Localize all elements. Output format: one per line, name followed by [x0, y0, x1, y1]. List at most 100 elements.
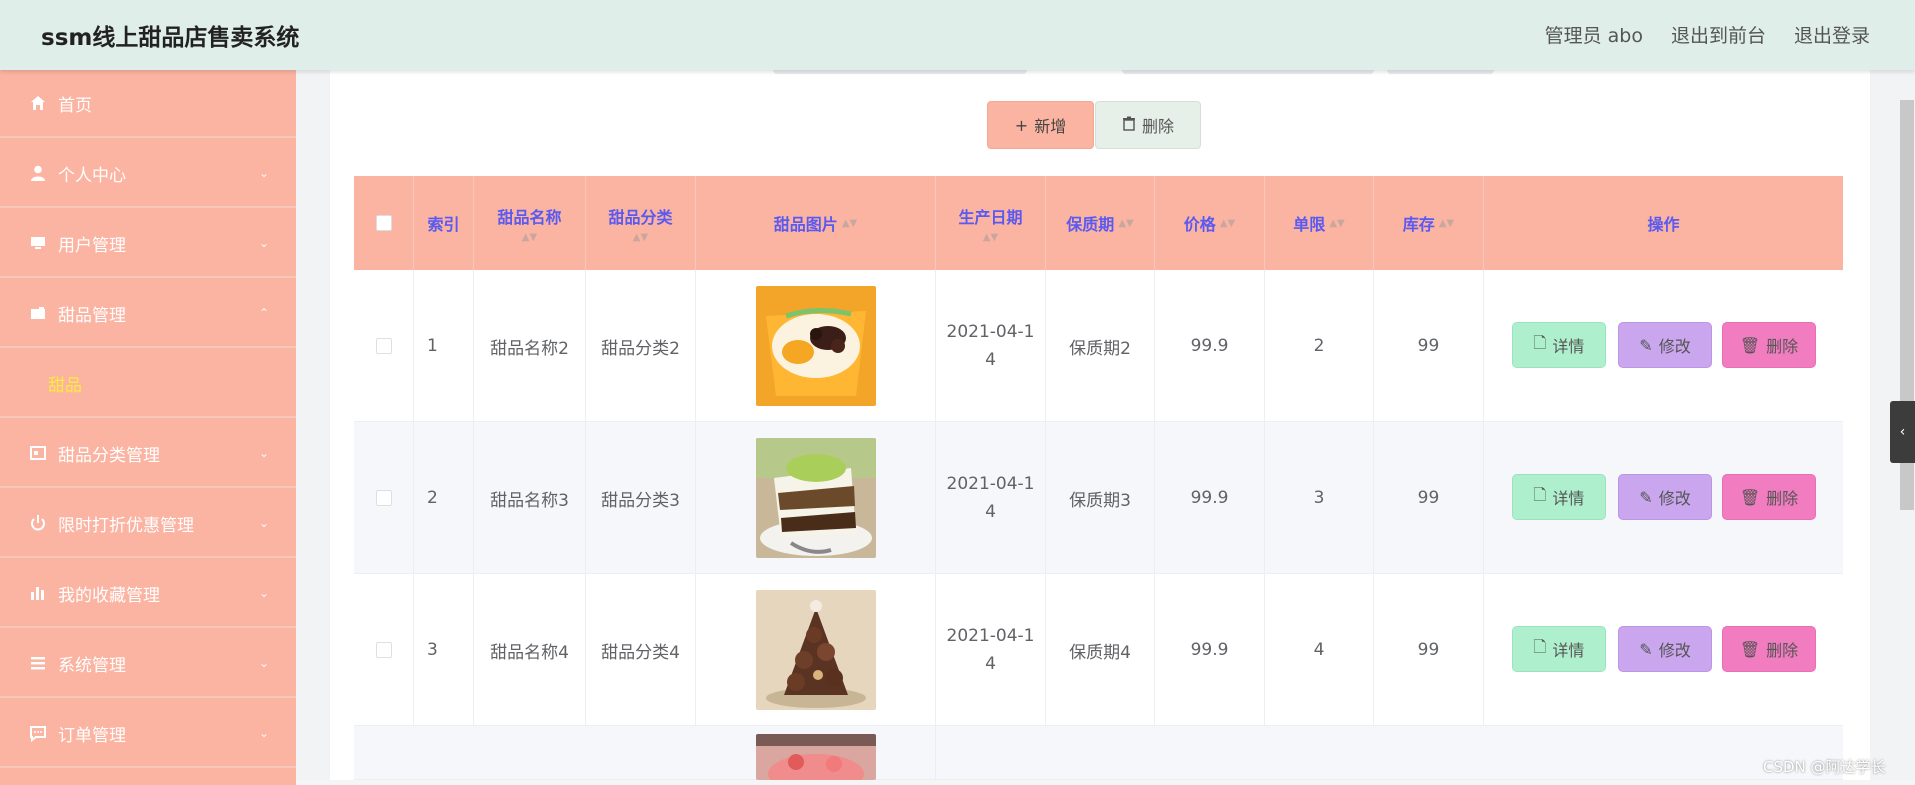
chevron-down-icon: ⌄ — [258, 166, 269, 180]
delete-button[interactable]: 🗑 删除 — [1722, 626, 1816, 672]
add-button-label: 新增 — [1034, 117, 1067, 136]
chevron-down-icon: ⌄ — [258, 656, 269, 670]
back-to-front-link[interactable]: 退出到前台 — [1671, 21, 1766, 48]
row-checkbox[interactable] — [375, 490, 392, 506]
dessert-image[interactable] — [755, 590, 876, 710]
add-button[interactable]: + 新增 — [987, 101, 1094, 149]
app-title: ssm线上甜品店售卖系统 — [41, 25, 300, 51]
delete-button[interactable]: 🗑 删除 — [1722, 474, 1816, 520]
cell-index: 2 — [414, 422, 474, 574]
trash-icon — [1122, 116, 1136, 135]
cell-price: 99.9 — [1155, 422, 1265, 574]
cell-stock: 99 — [1374, 422, 1484, 574]
sort-icon: ▲▼ — [1438, 217, 1455, 229]
sidebar: 首页 个人中心 ⌄ 用户管理 ⌄ 甜品管理 ⌃ 甜品 甜品分类管理 ⌄ 限时打折… — [0, 70, 296, 785]
sidebar-item-users[interactable]: 用户管理 ⌄ — [0, 210, 296, 278]
sidebar-item-label: 个人中心 — [58, 165, 126, 186]
sidebar-item-order-mgmt[interactable]: 订单管理 ⌄ — [0, 700, 296, 768]
dessert-image[interactable] — [755, 286, 876, 406]
top-header: ssm线上甜品店售卖系统 管理员 abo 退出到前台 退出登录 — [0, 0, 1915, 70]
cell-limit: 3 — [1265, 422, 1374, 574]
chevron-down-icon: ⌄ — [258, 516, 269, 530]
cell-stock: 99 — [1374, 574, 1484, 726]
row-checkbox[interactable] — [375, 642, 392, 658]
col-stock[interactable]: 库存 ▲▼ — [1374, 176, 1484, 270]
drawer-toggle[interactable]: ‹ — [1890, 401, 1915, 463]
detail-button[interactable]: 🗋 详情 — [1512, 626, 1606, 672]
cell-name: 甜品名称2 — [474, 270, 586, 422]
edit-button[interactable]: ✎ 修改 — [1618, 322, 1712, 368]
col-index[interactable]: 索引 — [414, 176, 474, 270]
cell-price: 99.9 — [1155, 270, 1265, 422]
monitor-icon — [28, 233, 48, 253]
sidebar-item-personal[interactable]: 个人中心 ⌄ — [0, 140, 296, 208]
cell-category: 甜品分类3 — [586, 422, 696, 574]
sidebar-item-system-mgmt[interactable]: 系统管理 ⌄ — [0, 630, 296, 698]
select-all-checkbox[interactable] — [375, 215, 392, 231]
logout-link[interactable]: 退出登录 — [1794, 21, 1870, 48]
dessert-image[interactable] — [755, 438, 876, 558]
sort-icon: ▲▼ — [632, 231, 649, 243]
sort-icon: ▲▼ — [982, 231, 999, 243]
sidebar-subitem-label: 甜品 — [48, 375, 82, 396]
row-checkbox[interactable] — [375, 338, 392, 354]
cell-shelf: 保质期2 — [1046, 270, 1155, 422]
chat-icon — [28, 723, 48, 743]
delete-button[interactable]: 🗑 删除 — [1722, 322, 1816, 368]
col-category[interactable]: 甜品分类 ▲▼ — [586, 176, 696, 270]
sidebar-item-discount-mgmt[interactable]: 限时打折优惠管理 ⌄ — [0, 490, 296, 558]
cell-date: 2021-04-1 4 — [936, 270, 1046, 422]
watermark: CSDN @阿达学长 — [1763, 758, 1886, 776]
list-icon — [28, 653, 48, 673]
pencil-icon: ✎ — [1639, 487, 1653, 507]
cell-price: 99.9 — [1155, 574, 1265, 726]
sidebar-item-dessert-mgmt[interactable]: 甜品管理 ⌃ — [0, 280, 296, 348]
batch-delete-button[interactable]: 删除 — [1095, 101, 1201, 149]
edit-button[interactable]: ✎ 修改 — [1618, 626, 1712, 672]
cell-category: 甜品分类2 — [586, 270, 696, 422]
sort-icon: ▲▼ — [841, 217, 858, 229]
col-name[interactable]: 甜品名称 ▲▼ — [474, 176, 586, 270]
detail-button[interactable]: 🗋 详情 — [1512, 474, 1606, 520]
cell-name: 甜品名称4 — [474, 574, 586, 726]
chevron-down-icon: ⌄ — [258, 446, 269, 460]
edit-button[interactable]: ✎ 修改 — [1618, 474, 1712, 520]
sort-icon: ▲▼ — [1329, 217, 1345, 229]
sidebar-item-label: 用户管理 — [58, 235, 126, 256]
document-icon: 🗋 — [1533, 484, 1547, 504]
col-limit[interactable]: 单限 ▲▼ — [1265, 176, 1374, 270]
cell-limit: 4 — [1265, 574, 1374, 726]
col-date[interactable]: 生产日期 ▲▼ — [936, 176, 1046, 270]
cell-limit: 2 — [1265, 270, 1374, 422]
cell-shelf: 保质期4 — [1046, 574, 1155, 726]
card-icon — [28, 443, 48, 463]
cell-category: 甜品分类4 — [586, 574, 696, 726]
sidebar-item-home[interactable]: 首页 — [0, 70, 296, 138]
sidebar-item-category-mgmt[interactable]: 甜品分类管理 ⌄ — [0, 420, 296, 488]
cell-stock: 99 — [1374, 270, 1484, 422]
pencil-icon: ✎ — [1639, 639, 1653, 659]
sidebar-item-favorites-mgmt[interactable]: 我的收藏管理 ⌄ — [0, 560, 296, 628]
sidebar-subitem-dessert[interactable]: 甜品 — [0, 350, 296, 418]
trash-icon: 🗑 — [1739, 487, 1761, 507]
col-price[interactable]: 价格 ▲▼ — [1155, 176, 1265, 270]
dessert-image[interactable] — [755, 734, 876, 780]
cell-index: 3 — [414, 574, 474, 726]
delete-button-label: 删除 — [1141, 117, 1174, 136]
chevron-down-icon: ⌄ — [258, 726, 269, 740]
col-image[interactable]: 甜品图片 ▲▼ — [696, 176, 936, 270]
chevron-down-icon: ⌄ — [258, 236, 269, 250]
sidebar-item-label: 首页 — [58, 95, 92, 116]
sidebar-item-label: 系统管理 — [58, 655, 126, 676]
document-icon: 🗋 — [1533, 332, 1547, 352]
sidebar-item-label: 限时打折优惠管理 — [58, 515, 194, 536]
cell-date: 2021-04-1 4 — [936, 422, 1046, 574]
chevron-up-icon: ⌃ — [258, 306, 269, 320]
chevron-left-icon: ‹ — [1899, 424, 1906, 440]
trash-icon: 🗑 — [1739, 335, 1761, 355]
plus-icon: + — [1014, 115, 1029, 135]
detail-button[interactable]: 🗋 详情 — [1512, 322, 1606, 368]
table-row: 3 甜品名称4 甜品分类4 2021-04-1 4 保质期4 99.9 4 99… — [354, 574, 1843, 726]
col-shelf[interactable]: 保质期 ▲▼ — [1046, 176, 1155, 270]
power-icon — [28, 513, 48, 533]
